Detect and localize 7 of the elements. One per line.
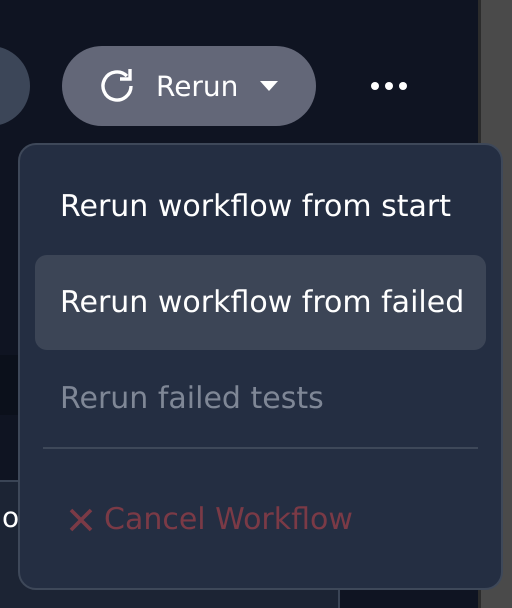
rerun-button[interactable]: Rerun xyxy=(62,46,316,126)
more-icon[interactable] xyxy=(370,81,408,91)
close-icon xyxy=(68,506,94,532)
card-text: o xyxy=(2,502,20,534)
menu-item[interactable]: Rerun workflow from failed xyxy=(35,255,486,350)
menu-item[interactable]: Rerun workflow from start xyxy=(35,159,486,254)
caret-icon xyxy=(260,81,278,91)
